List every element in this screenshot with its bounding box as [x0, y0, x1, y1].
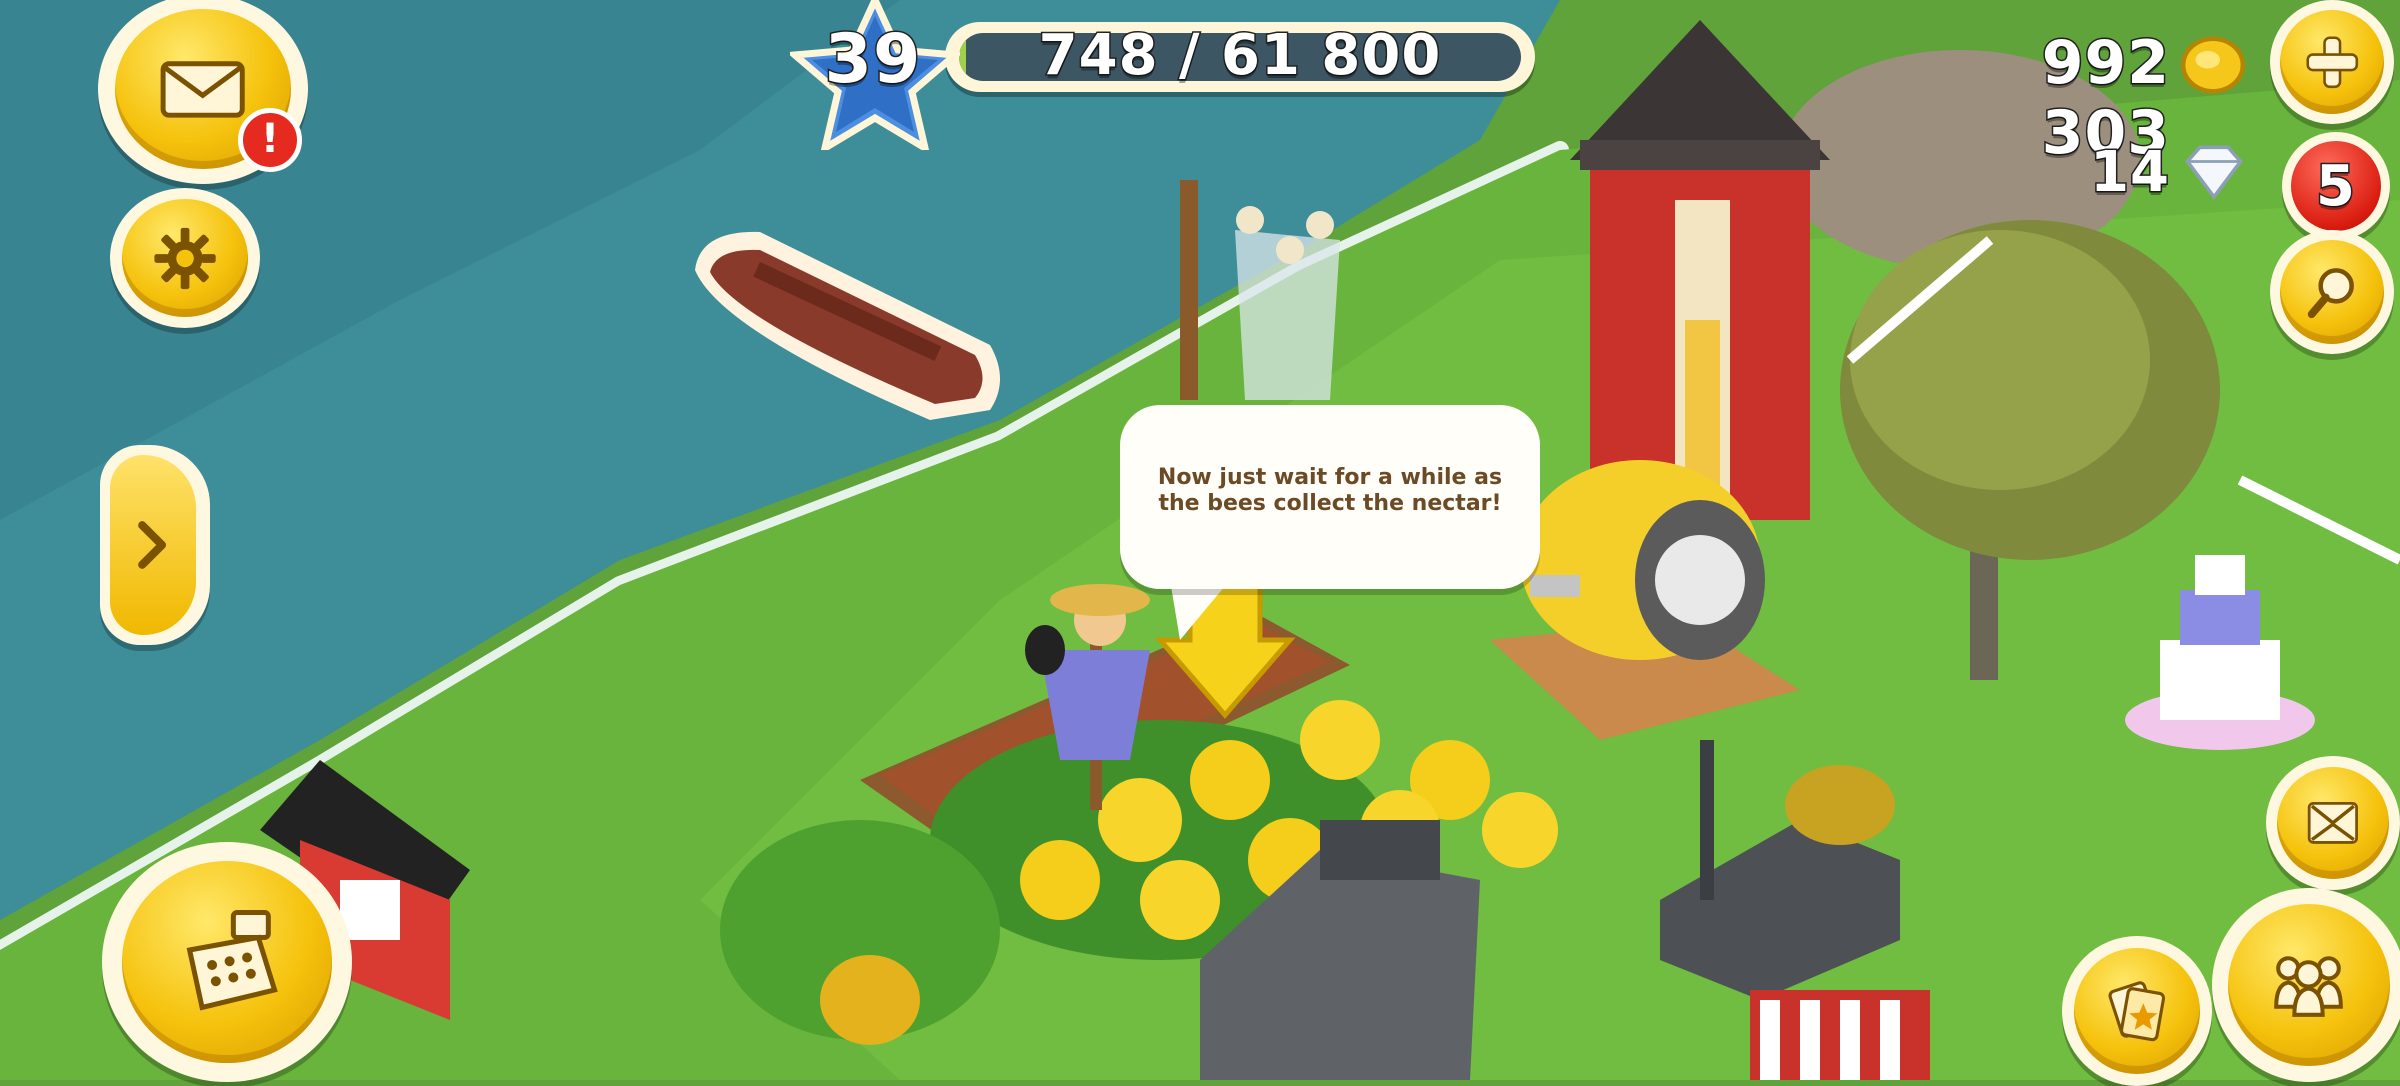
cards-button[interactable]: [2062, 936, 2212, 1086]
mail-alert-badge: !: [238, 108, 302, 172]
speech-bubble-tail: [1170, 580, 1230, 640]
add-coins-button[interactable]: [2270, 0, 2394, 124]
red-silo: [1570, 20, 1830, 520]
tutorial-speech-bubble: Now just wait for a while as the bees co…: [1120, 405, 1540, 589]
tutorial-message: Now just wait for a while as the bees co…: [1157, 465, 1503, 516]
expand-menu-tab[interactable]: [100, 445, 210, 645]
popcorn-stand: [1750, 990, 1930, 1080]
chevron-right-icon: [138, 521, 167, 569]
diamond-icon: [2185, 145, 2243, 200]
expand-arrows-icon: [2307, 802, 2359, 844]
cash-register-icon: [186, 909, 278, 1011]
player-level: 39: [823, 19, 922, 101]
xp-text: 748 / 61 800: [1037, 22, 1442, 89]
plus-icon: [2306, 36, 2358, 88]
gem-count: 14: [2089, 139, 2171, 207]
friends-button[interactable]: [2212, 888, 2400, 1082]
settings-button[interactable]: [110, 188, 260, 328]
edit-mode-button[interactable]: [2266, 756, 2400, 890]
people-icon: [2274, 956, 2344, 1018]
xp-progress-bar[interactable]: 748 / 61 800: [945, 22, 1535, 92]
star-card-icon: [2108, 981, 2166, 1042]
coin-icon: [2181, 36, 2245, 94]
notification-count-badge[interactable]: 5: [2282, 132, 2390, 240]
notification-count: 5: [2315, 152, 2357, 220]
search-button[interactable]: [2270, 230, 2394, 354]
magnifier-icon: [2307, 267, 2354, 318]
gear-icon: [154, 227, 216, 289]
shop-button[interactable]: [102, 842, 352, 1082]
